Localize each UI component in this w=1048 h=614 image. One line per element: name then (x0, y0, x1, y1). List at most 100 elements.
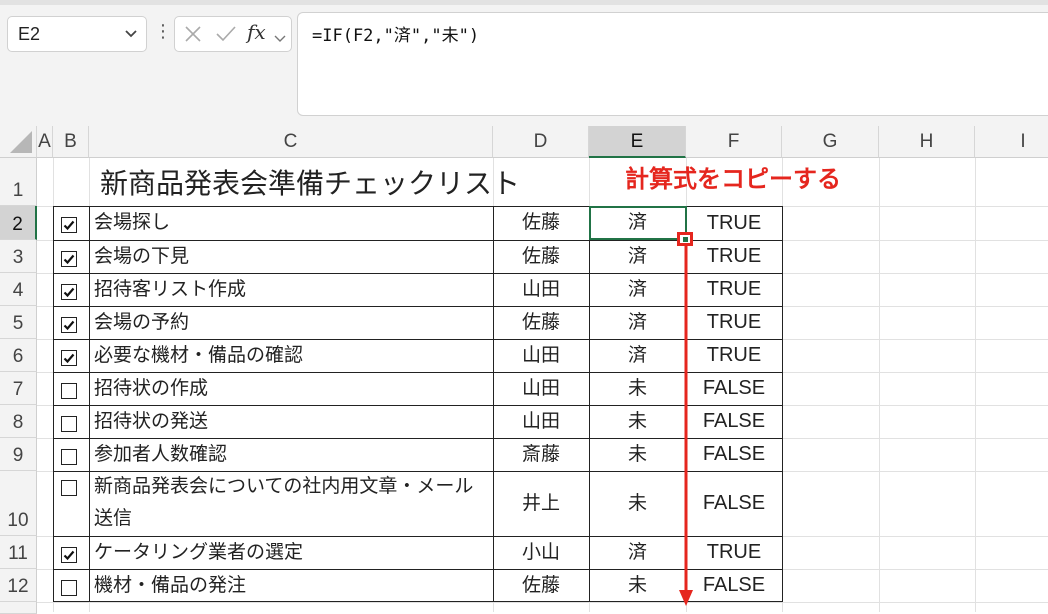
check-icon (63, 287, 75, 298)
more-options-icon[interactable]: ⋮ (154, 22, 172, 42)
status-cell[interactable]: 未 (589, 471, 686, 536)
insert-function-button[interactable]: fx (247, 20, 266, 44)
task-name-cell[interactable]: 参加者人数確認 (94, 438, 490, 471)
row-header-7[interactable]: 7 (0, 372, 37, 405)
person-cell[interactable]: 山田 (493, 405, 589, 438)
task-checkbox[interactable] (61, 383, 77, 399)
task-name-cell[interactable]: 招待客リスト作成 (94, 273, 490, 306)
chevron-down-icon[interactable] (124, 25, 138, 48)
enter-check-icon[interactable] (215, 25, 237, 47)
row-header-12[interactable]: 12 (0, 569, 37, 602)
person-cell[interactable]: 山田 (493, 339, 589, 372)
row-header-3[interactable]: 3 (0, 240, 37, 273)
person-cell[interactable]: 山田 (493, 273, 589, 306)
flag-cell[interactable]: TRUE (686, 273, 782, 306)
column-header-i[interactable]: I (975, 126, 1048, 158)
task-name-cell[interactable]: 招待状の発送 (94, 405, 490, 438)
person-cell[interactable]: 山田 (493, 372, 589, 405)
check-icon (63, 254, 75, 265)
task-checkbox[interactable] (61, 217, 77, 233)
task-checkbox[interactable] (61, 449, 77, 465)
row-header-13[interactable] (0, 602, 37, 614)
task-name-line: 送信 (94, 508, 133, 529)
row-header-1[interactable]: 1 (0, 158, 37, 206)
task-name-cell[interactable]: 会場探し (94, 206, 490, 240)
name-box[interactable]: E2 (7, 16, 147, 52)
task-name-cell[interactable]: 会場の下見 (94, 240, 490, 273)
task-name-cell[interactable]: 新商品発表会についての社内用文章・メール 送信 (94, 471, 490, 536)
person-cell[interactable]: 佐藤 (493, 206, 589, 240)
person-cell[interactable]: 佐藤 (493, 306, 589, 339)
gridline (53, 158, 54, 612)
status-cell[interactable]: 済 (589, 273, 686, 306)
person-cell[interactable]: 小山 (493, 536, 589, 569)
row-header-9[interactable]: 9 (0, 438, 37, 471)
column-header-a[interactable]: A (37, 126, 53, 158)
person-cell[interactable]: 井上 (493, 471, 589, 536)
column-header-e[interactable]: E (589, 126, 686, 158)
flag-cell[interactable]: TRUE (686, 339, 782, 372)
status-cell[interactable]: 済 (589, 536, 686, 569)
status-cell[interactable]: 未 (589, 405, 686, 438)
flag-cell[interactable]: FALSE (686, 569, 782, 602)
formula-text: =IF(F2,"済","未") (312, 26, 480, 46)
task-checkbox[interactable] (61, 251, 77, 267)
formula-bar[interactable]: =IF(F2,"済","未") (297, 12, 1048, 116)
status-cell[interactable]: 未 (589, 372, 686, 405)
person-cell[interactable]: 斎藤 (493, 438, 589, 471)
task-name-cell[interactable]: ケータリング業者の選定 (94, 536, 490, 569)
flag-cell[interactable]: FALSE (686, 372, 782, 405)
task-checkbox[interactable] (61, 317, 77, 333)
cancel-icon[interactable] (184, 25, 202, 47)
task-checkbox[interactable] (61, 547, 77, 563)
column-header-b[interactable]: B (53, 126, 89, 158)
name-box-value: E2 (18, 24, 41, 44)
status-cell[interactable]: 済 (589, 306, 686, 339)
row-header-11[interactable]: 11 (0, 536, 37, 569)
row-header-10[interactable]: 10 (0, 471, 37, 536)
task-name-cell[interactable]: 機材・備品の発注 (94, 569, 490, 602)
flag-cell[interactable]: FALSE (686, 438, 782, 471)
flag-cell[interactable]: TRUE (686, 206, 782, 240)
row-header-5[interactable]: 5 (0, 306, 37, 339)
formula-area: E2 ⋮ fx =IF(F2,"済","未") (0, 0, 1048, 126)
row-header-8[interactable]: 8 (0, 405, 37, 438)
flag-cell[interactable]: TRUE (686, 536, 782, 569)
check-icon (63, 320, 75, 331)
column-header-f[interactable]: F (686, 126, 782, 158)
chevron-down-icon[interactable] (274, 29, 286, 48)
task-checkbox[interactable] (61, 480, 77, 496)
task-checkbox[interactable] (61, 284, 77, 300)
check-icon (63, 220, 75, 231)
status-cell[interactable]: 未 (589, 569, 686, 602)
row-header-2[interactable]: 2 (0, 206, 37, 240)
column-header-c[interactable]: C (89, 126, 493, 158)
column-header-h[interactable]: H (879, 126, 975, 158)
person-cell[interactable]: 佐藤 (493, 569, 589, 602)
task-name-cell[interactable]: 招待状の作成 (94, 372, 490, 405)
status-cell[interactable]: 済 (589, 339, 686, 372)
fill-handle[interactable] (683, 237, 688, 242)
task-checkbox[interactable] (61, 416, 77, 432)
flag-cell[interactable]: TRUE (686, 240, 782, 273)
status-cell[interactable]: 済 (589, 240, 686, 273)
check-icon (63, 550, 75, 561)
task-checkbox[interactable] (61, 580, 77, 596)
status-cell[interactable]: 未 (589, 438, 686, 471)
select-all-button[interactable] (0, 126, 37, 158)
row-header-4[interactable]: 4 (0, 273, 37, 306)
flag-cell[interactable]: FALSE (686, 405, 782, 438)
flag-cell[interactable]: TRUE (686, 306, 782, 339)
table-border (89, 206, 90, 602)
task-checkbox[interactable] (61, 350, 77, 366)
sheet-title[interactable]: 新商品発表会準備チェックリスト (100, 162, 520, 202)
task-name-line: 新商品発表会についての社内用文章・メール (94, 476, 474, 497)
person-cell[interactable]: 佐藤 (493, 240, 589, 273)
active-cell-selection (589, 206, 687, 240)
column-header-d[interactable]: D (493, 126, 589, 158)
flag-cell[interactable]: FALSE (686, 471, 782, 536)
task-name-cell[interactable]: 会場の予約 (94, 306, 490, 339)
column-header-g[interactable]: G (782, 126, 879, 158)
row-header-6[interactable]: 6 (0, 339, 37, 372)
task-name-cell[interactable]: 必要な機材・備品の確認 (94, 339, 490, 372)
